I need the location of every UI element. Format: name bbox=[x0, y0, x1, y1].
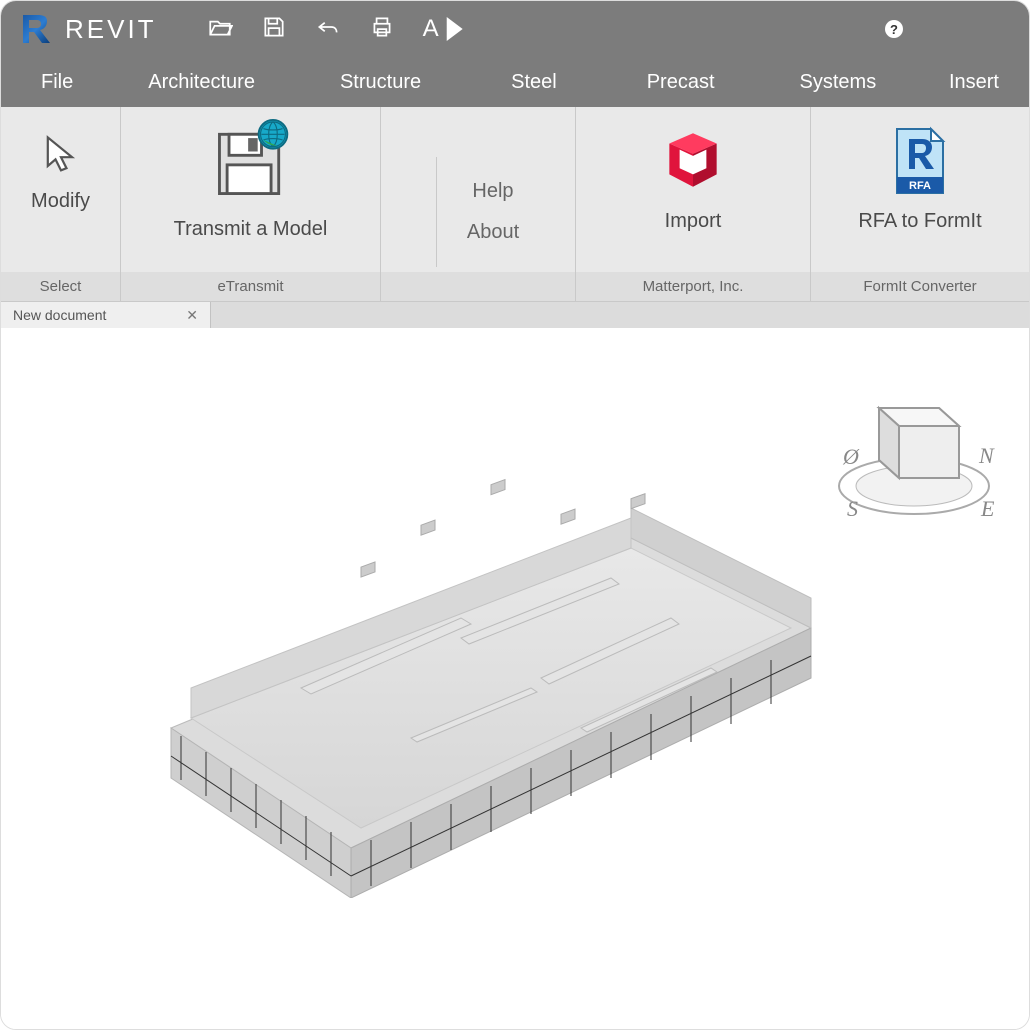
rfa-label: RFA to FormIt bbox=[858, 210, 981, 233]
menu-file[interactable]: File bbox=[21, 71, 118, 94]
svg-text:RFA: RFA bbox=[909, 180, 931, 192]
revit-logo-icon bbox=[17, 11, 53, 47]
compass-w: Ø bbox=[842, 444, 860, 469]
menu-systems[interactable]: Systems bbox=[770, 71, 917, 94]
menu-steel[interactable]: Steel bbox=[481, 71, 617, 94]
transmit-label: Transmit a Model bbox=[174, 218, 328, 241]
panel-help-footer bbox=[381, 272, 575, 301]
ribbon: Modify Select Transmit a Model eTransmit bbox=[1, 107, 1029, 302]
quick-access-toolbar: A bbox=[207, 14, 467, 45]
app-title: REVIT bbox=[65, 14, 157, 45]
open-icon[interactable] bbox=[207, 14, 233, 45]
viewport[interactable]: N E S Ø bbox=[1, 328, 1029, 1029]
panel-import-footer: Matterport, Inc. bbox=[576, 272, 810, 301]
panel-rfa: RFA RFA to FormIt FormIt Converter bbox=[811, 107, 1029, 301]
matterport-icon bbox=[657, 125, 729, 197]
print-icon[interactable] bbox=[369, 14, 395, 45]
modify-label: Modify bbox=[31, 190, 90, 213]
document-tab[interactable]: New document ✕ bbox=[1, 302, 211, 328]
import-label: Import bbox=[665, 210, 722, 233]
compass-n: N bbox=[978, 443, 995, 468]
panel-import: Import Matterport, Inc. bbox=[576, 107, 811, 301]
transmit-button[interactable] bbox=[208, 119, 294, 210]
document-tabbar: New document ✕ bbox=[1, 302, 1029, 328]
compass-e: E bbox=[980, 496, 995, 521]
about-button[interactable]: About bbox=[467, 221, 519, 244]
save-icon[interactable] bbox=[261, 14, 287, 45]
panel-transmit-footer: eTransmit bbox=[121, 272, 380, 301]
rfa-button[interactable]: RFA bbox=[885, 119, 955, 202]
panel-transmit: Transmit a Model eTransmit bbox=[121, 107, 381, 301]
panel-rfa-footer: FormIt Converter bbox=[811, 272, 1029, 301]
app-window: REVIT A ? File Architecture Str bbox=[0, 0, 1030, 1030]
titlebar: REVIT A ? bbox=[1, 1, 1029, 57]
panel-help: Help About bbox=[381, 107, 576, 301]
tab-label: New document bbox=[13, 307, 106, 323]
menubar: File Architecture Structure Steel Precas… bbox=[1, 57, 1029, 107]
menu-insert[interactable]: Insert bbox=[919, 71, 1009, 94]
menu-architecture[interactable]: Architecture bbox=[118, 71, 310, 94]
model-3d[interactable] bbox=[111, 478, 861, 898]
modify-button[interactable] bbox=[39, 119, 83, 182]
help-icon[interactable]: ? bbox=[885, 20, 903, 38]
rfa-file-icon: RFA bbox=[885, 125, 955, 197]
help-button[interactable]: Help bbox=[472, 180, 513, 203]
cursor-icon bbox=[39, 133, 83, 177]
app-logo: REVIT bbox=[17, 11, 157, 47]
panel-modify-footer: Select bbox=[1, 272, 120, 301]
import-button[interactable] bbox=[657, 119, 729, 202]
close-icon[interactable]: ✕ bbox=[186, 307, 198, 324]
menu-precast[interactable]: Precast bbox=[617, 71, 770, 94]
undo-icon[interactable] bbox=[315, 14, 341, 45]
menu-structure[interactable]: Structure bbox=[310, 71, 481, 94]
transmit-floppy-globe-icon bbox=[208, 119, 294, 205]
text-icon[interactable]: A bbox=[423, 15, 467, 43]
panel-modify: Modify Select bbox=[1, 107, 121, 301]
